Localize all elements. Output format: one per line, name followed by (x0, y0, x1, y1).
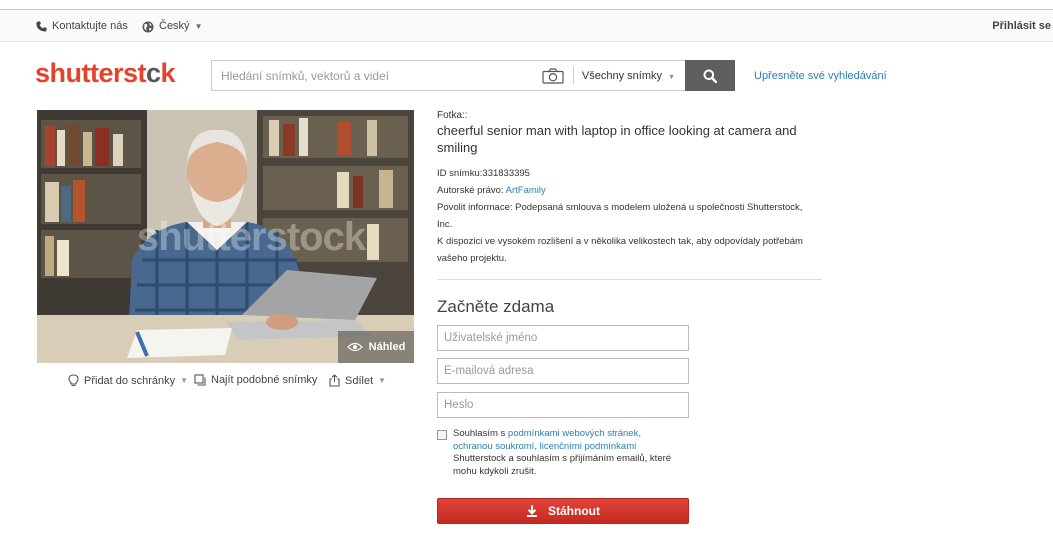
login-link[interactable]: Přihlásit se (992, 10, 1053, 43)
language-label: Český (159, 20, 190, 32)
share-label: Sdílet (345, 374, 374, 387)
password-field[interactable] (437, 392, 689, 418)
share-icon (329, 374, 340, 387)
logo-text: shutterst (35, 58, 147, 88)
image-title: cheerful senior man with laptop in offic… (437, 123, 797, 155)
language-selector[interactable]: Český ▼ (142, 10, 202, 43)
similar-label: Najít podobné snímky (211, 374, 318, 386)
release-info: Povolit informace: Podepsaná smlouva s m… (437, 202, 803, 230)
image-info: Fotka:: cheerful senior man with laptop … (437, 110, 827, 267)
similar-images-icon (194, 374, 206, 386)
terms-agreement: Souhlasím s podmínkami webových stránek,… (437, 428, 697, 478)
site-terms-link[interactable]: podmínkami webových stránek, (508, 428, 641, 439)
username-field[interactable] (437, 325, 689, 351)
stock-photo[interactable]: shutterstock Náhled (37, 110, 414, 363)
dropdown-arrow-icon: ▼ (378, 376, 387, 385)
preview-label: Náhled (368, 341, 406, 353)
download-label: Stáhnout (548, 504, 600, 518)
phone-icon (36, 21, 47, 32)
image-id-value: 331833395 (482, 168, 530, 179)
dropdown-arrow-icon: ▼ (194, 22, 203, 31)
email-field[interactable] (437, 358, 689, 384)
shutterstock-logo[interactable]: shutterstck (35, 58, 176, 89)
clipboard-label: Přidat do schránky (84, 374, 176, 387)
logo-text: k (160, 58, 176, 88)
download-icon (527, 505, 537, 517)
search-icon (703, 69, 717, 83)
logo-text: c (146, 58, 161, 88)
find-similar-button[interactable]: Najít podobné snímky (194, 374, 317, 386)
camera-icon (542, 67, 564, 84)
lightbulb-icon (68, 374, 79, 387)
image-meta: ID snímku:331833395 Autorské právo: ArtF… (437, 165, 812, 267)
download-button[interactable]: Stáhnout (437, 498, 689, 524)
privacy-license-link[interactable]: ochranou soukromí, licenčními podmínkami (453, 441, 636, 452)
search-input[interactable] (212, 61, 535, 90)
contact-label: Kontaktujte nás (52, 20, 128, 32)
divider (437, 279, 822, 280)
copyright-label: Autorské právo: (437, 185, 506, 196)
search-bar: Všechny snímky ▼ (211, 60, 735, 91)
camera-search-button[interactable] (535, 61, 571, 90)
share-button[interactable]: Sdílet ▼ (329, 374, 386, 387)
add-to-clipboard-button[interactable]: Přidat do schránky ▼ (68, 374, 188, 387)
eye-icon (346, 342, 363, 352)
category-dropdown[interactable]: Všechny snímky ▼ (582, 70, 685, 82)
terms-prefix: Souhlasím s (453, 428, 508, 439)
copyright: Autorské právo: ArtFamily (437, 182, 812, 199)
watermark: shutterstock (137, 215, 366, 259)
globe-icon (142, 21, 154, 32)
dropdown-arrow-icon: ▼ (668, 73, 675, 81)
category-label: Všechny snímky (581, 69, 662, 82)
author-link[interactable]: ArtFamily (506, 185, 546, 196)
top-bar: Kontaktujte nás Český ▼ Přihlásit se (0, 9, 1053, 42)
preview-button[interactable]: Náhled (338, 331, 414, 363)
contact-link[interactable]: Kontaktujte nás (36, 10, 128, 43)
terms-text: Souhlasím s podmínkami webových stránek,… (453, 428, 697, 478)
image-type: Fotka:: (437, 110, 468, 121)
image-id: ID snímku:331833395 (437, 165, 812, 182)
form-title: Začněte zdama (437, 297, 555, 316)
separator (572, 67, 574, 84)
dropdown-arrow-icon: ▼ (180, 376, 189, 385)
search-button[interactable] (685, 60, 735, 91)
refine-search-link[interactable]: Upřesněte své vyhledávání (754, 70, 887, 82)
availability-info: K dispozici ve vysokém rozlišení a v něk… (437, 236, 803, 264)
terms-suffix: Shutterstock a souhlasím s přijímáním em… (453, 453, 672, 477)
terms-checkbox[interactable] (437, 430, 447, 440)
image-id-label: ID snímku: (437, 168, 483, 179)
